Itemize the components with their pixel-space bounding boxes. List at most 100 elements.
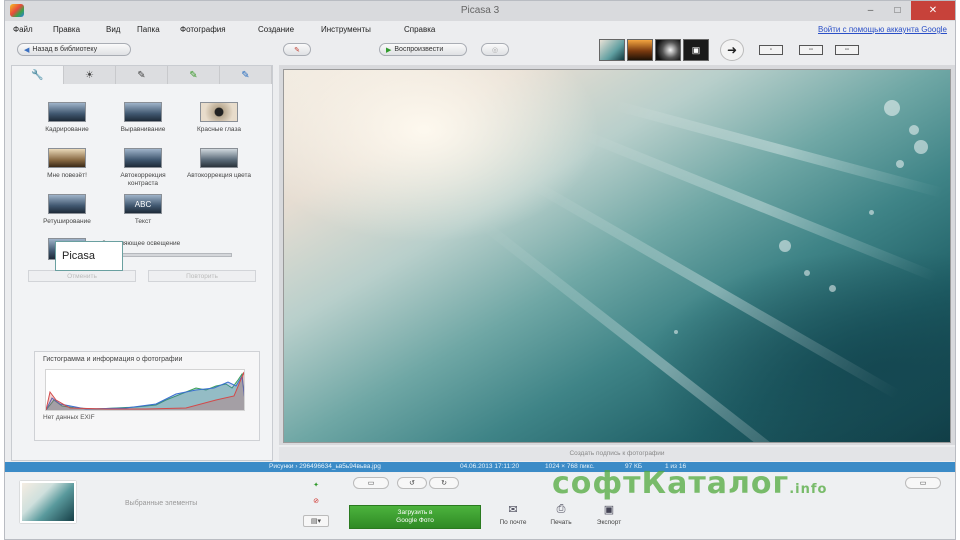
email-button[interactable]: ✉ По почте xyxy=(493,503,533,526)
tray-thumbnail[interactable] xyxy=(20,481,76,523)
export-label: Экспорт xyxy=(596,519,622,526)
tool-text-label: Текст xyxy=(134,218,152,225)
export-icon: ▣ xyxy=(603,504,615,516)
title-bar: Picasa 3 – □ ✕ xyxy=(5,1,955,21)
auto-contrast-thumb-icon xyxy=(124,148,162,168)
bokeh-bubble xyxy=(909,125,919,135)
tool-auto-contrast[interactable]: Автокоррекция контраста xyxy=(106,148,180,188)
share-toolbar-button[interactable]: ◎ xyxy=(481,43,509,56)
histogram-svg xyxy=(46,371,244,410)
close-button[interactable]: ✕ xyxy=(911,1,955,20)
histogram-graph xyxy=(45,369,245,411)
play-slideshow-button[interactable]: ▶ Воспроизвести xyxy=(379,43,467,56)
thumb-dark[interactable]: ▣ xyxy=(683,39,709,61)
arrow-right-icon: ➜ xyxy=(726,43,738,57)
light-ray xyxy=(531,180,901,400)
share-icon: ◎ xyxy=(491,46,499,54)
exif-note: Нет данных EXIF xyxy=(43,414,95,421)
email-icon: ✉ xyxy=(508,504,518,516)
tool-lucky-label: Мне повезёт! xyxy=(47,172,87,179)
email-label: По почте xyxy=(499,519,527,526)
brush-green-icon: ✎ xyxy=(189,69,198,81)
bokeh-bubble xyxy=(884,100,900,116)
tool-redeye[interactable]: Красные глаза xyxy=(182,102,256,134)
rotate-right-button[interactable]: ↻ xyxy=(429,477,459,489)
menu-tools[interactable]: Инструменты xyxy=(321,25,371,34)
sun-icon: ☀ xyxy=(85,69,94,81)
tray-label: Выбранные элементы xyxy=(125,500,198,507)
thumb-sunset[interactable] xyxy=(627,39,653,61)
menu-file[interactable]: Файл xyxy=(13,25,33,34)
tool-text[interactable]: ABC Текст xyxy=(106,194,180,226)
watermark-text: софтКаталог xyxy=(552,466,790,501)
menu-edit[interactable]: Правка xyxy=(53,25,80,34)
bokeh-bubble xyxy=(779,240,791,252)
back-arrow-icon: ◀ xyxy=(24,46,30,54)
undo-button[interactable]: Отменить xyxy=(28,270,136,282)
tab-basic-fixes[interactable]: 🔧 xyxy=(12,66,64,84)
bokeh-bubble xyxy=(914,140,928,154)
thumb-light[interactable] xyxy=(655,39,681,61)
tray-menu-button[interactable]: ▤▾ xyxy=(303,515,329,527)
tab-effects-3[interactable]: ✎ xyxy=(220,66,272,84)
tab-effects[interactable]: ✎ xyxy=(116,66,168,84)
tag-icon: ▭ xyxy=(367,480,375,487)
pin-green-icon: ✦ xyxy=(313,482,319,489)
tool-feeling-lucky[interactable]: Мне повезёт! xyxy=(30,148,104,180)
tab-effects-2[interactable]: ✎ xyxy=(168,66,220,84)
view-single-button[interactable]: ▫ xyxy=(759,45,783,55)
color-palette-button[interactable]: ✎ xyxy=(283,43,311,56)
tool-redeye-label: Красные глаза xyxy=(196,126,242,133)
crop-thumb-icon xyxy=(48,102,86,122)
share-line1: Загрузить в xyxy=(397,509,433,516)
straighten-thumb-icon xyxy=(124,102,162,122)
rotate-left-icon: ↺ xyxy=(409,480,415,487)
tray-extra-button[interactable]: ▭ xyxy=(905,477,941,489)
rotate-left-button[interactable]: ↺ xyxy=(397,477,427,489)
menu-photo[interactable]: Фотография xyxy=(180,25,226,34)
tool-crop[interactable]: Кадрирование xyxy=(30,102,104,134)
status-file: Рисунки › 296496634_ьв5ь94вьва.jpg xyxy=(269,463,381,470)
share-line2: Google Фото xyxy=(396,517,434,524)
menu-bar: Файл Правка Вид Папка Фотография Создани… xyxy=(5,22,955,38)
softcatalog-watermark: софтКаталог.info xyxy=(552,466,827,501)
bokeh-bubble xyxy=(804,270,810,276)
menu-folder[interactable]: Папка xyxy=(137,25,160,34)
palette-icon: ✎ xyxy=(294,46,300,54)
tray-tag-button[interactable]: ▭ xyxy=(353,477,389,489)
minimize-button[interactable]: – xyxy=(857,1,884,20)
tool-crop-label: Кадрирование xyxy=(45,126,89,133)
export-button[interactable]: ▣ Экспорт xyxy=(589,503,629,526)
eye-icon xyxy=(200,102,238,122)
caption-input[interactable]: Создать подпись к фотографии xyxy=(279,447,955,461)
print-icon: ⎙ xyxy=(556,503,566,515)
tool-auto-color[interactable]: Автокоррекция цвета xyxy=(182,148,256,180)
print-button[interactable]: ⎙ Печать xyxy=(541,503,581,526)
tool-straighten[interactable]: Выравнивание xyxy=(106,102,180,134)
hold-button[interactable]: ✦ xyxy=(309,479,323,491)
google-signin-link[interactable]: Войти с помощью аккаунта Google xyxy=(818,25,947,34)
text-thumb-icon: ABC xyxy=(124,194,162,214)
thumb-teal[interactable] xyxy=(599,39,625,61)
view-multi-button[interactable]: ▫▫ xyxy=(835,45,859,55)
redo-button[interactable]: Повторить xyxy=(148,270,256,282)
clear-button[interactable]: ⊘ xyxy=(309,495,323,507)
brush-blue-icon: ✎ xyxy=(241,69,250,81)
next-arrow-button[interactable]: ➜ xyxy=(720,39,744,61)
tool-auto-color-label: Автокоррекция цвета xyxy=(186,172,252,179)
picasa-window: Picasa 3 – □ ✕ Файл Правка Вид Папка Фот… xyxy=(4,0,956,540)
back-to-library-button[interactable]: ◀ Назад в библиотеку xyxy=(17,43,131,56)
menu-help[interactable]: Справка xyxy=(404,25,435,34)
menu-create[interactable]: Создание xyxy=(258,25,294,34)
photo-viewer xyxy=(279,65,955,445)
main-photo[interactable] xyxy=(283,69,951,443)
upload-google-photos-button[interactable]: Загрузить в Google Фото xyxy=(349,505,481,529)
tool-retouch[interactable]: Ретуширование xyxy=(30,194,104,226)
play-label: Воспроизвести xyxy=(394,46,444,53)
menu-view[interactable]: Вид xyxy=(106,25,120,34)
view-compare-button[interactable]: ▫▫ xyxy=(799,45,823,55)
maximize-button[interactable]: □ xyxy=(884,1,911,20)
tab-tuning[interactable]: ☀ xyxy=(64,66,116,84)
bokeh-bubble xyxy=(869,210,874,215)
bokeh-bubble xyxy=(829,285,836,292)
